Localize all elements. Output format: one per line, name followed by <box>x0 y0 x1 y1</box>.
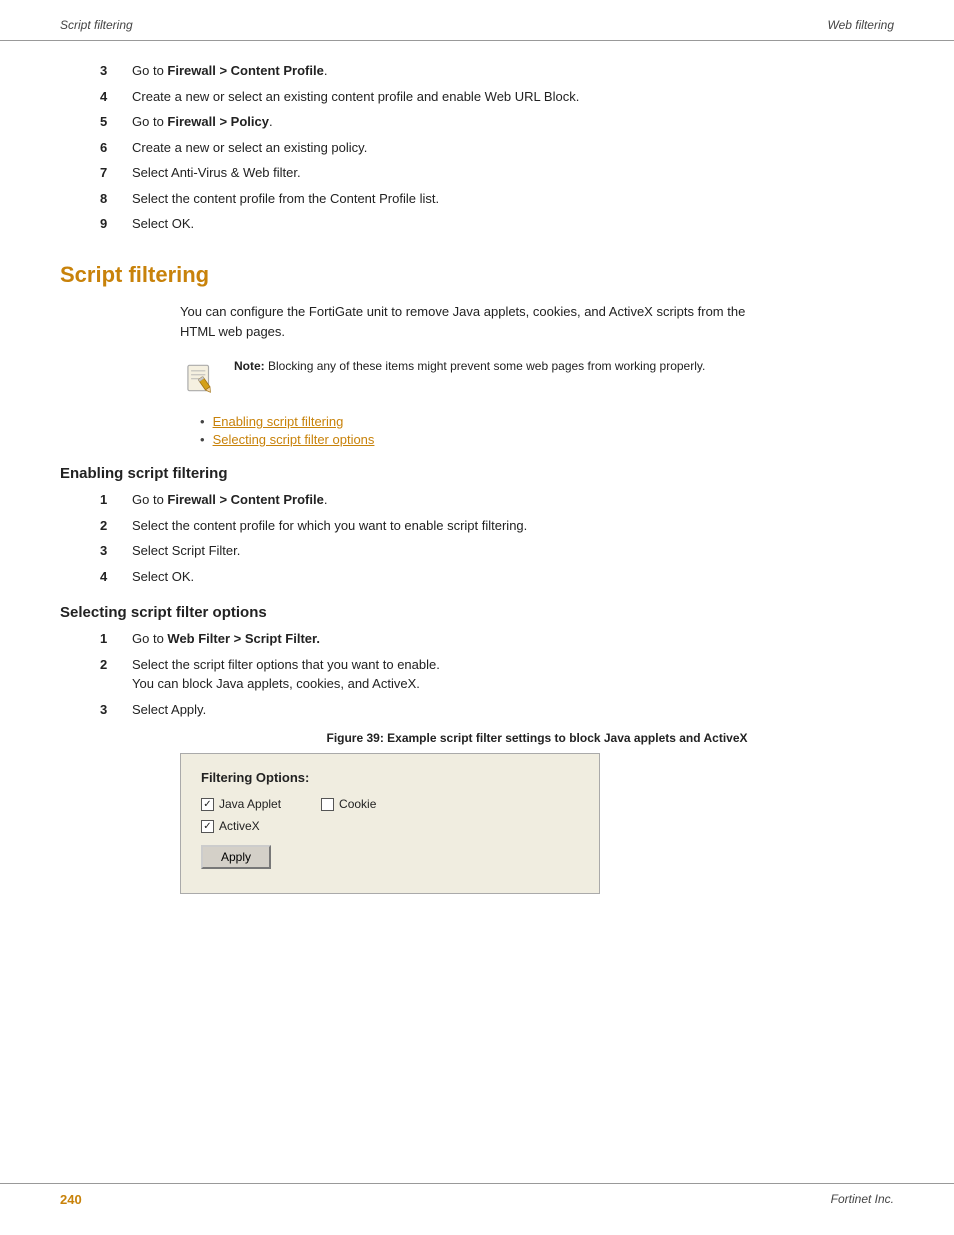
step-number: 7 <box>100 163 132 183</box>
step-text: Go to Firewall > Policy. <box>132 112 894 132</box>
step-text: Go to Firewall > Content Profile. <box>132 490 894 510</box>
step-number: 5 <box>100 112 132 132</box>
bullet-links: • Enabling script filtering • Selecting scr… <box>200 414 894 447</box>
step-number: 4 <box>100 567 132 587</box>
note-text: Note: Blocking any of these items might … <box>234 357 705 375</box>
step-text: Create a new or select an existing conte… <box>132 87 894 107</box>
java-applet-checkbox[interactable]: ✓ <box>201 798 214 811</box>
intro-step: 3Go to Firewall > Content Profile. <box>100 61 894 81</box>
bullet-dot: • <box>200 414 205 429</box>
step-text: Select the content profile from the Cont… <box>132 189 894 209</box>
step-text: Create a new or select an existing polic… <box>132 138 894 158</box>
java-applet-label: Java Applet <box>219 797 281 811</box>
step-number: 9 <box>100 214 132 234</box>
activex-checkbox[interactable]: ✓ <box>201 820 214 833</box>
intro-step: 4Create a new or select an existing cont… <box>100 87 894 107</box>
enabling-step: 3Select Script Filter. <box>100 541 894 561</box>
activex-label: ActiveX <box>219 819 260 833</box>
intro-step: 7Select Anti-Virus & Web filter. <box>100 163 894 183</box>
note-content: Blocking any of these items might preven… <box>268 359 705 373</box>
step-text: Select Anti-Virus & Web filter. <box>132 163 894 183</box>
cookie-label: Cookie <box>339 797 376 811</box>
note-svg-icon <box>180 359 218 397</box>
bullet-link-item: • Selecting script filter options <box>200 432 894 447</box>
header-right: Web filtering <box>828 18 894 32</box>
enabling-steps: 1Go to Firewall > Content Profile.2Selec… <box>100 490 894 586</box>
step-number: 3 <box>100 61 132 81</box>
cookie-checkbox[interactable] <box>321 798 334 811</box>
java-applet-checkbox-item: ✓ Java Applet <box>201 797 281 811</box>
step-text: Select the content profile for which you… <box>132 516 894 536</box>
apply-button[interactable]: Apply <box>201 845 271 869</box>
intro-step: 8Select the content profile from the Con… <box>100 189 894 209</box>
note-label: Note: <box>234 359 265 373</box>
intro-step: 9Select OK. <box>100 214 894 234</box>
step-number: 2 <box>100 516 132 536</box>
enabling-step: 4Select OK. <box>100 567 894 587</box>
figure-apply-row: Apply <box>201 841 579 869</box>
step-number: 3 <box>100 541 132 561</box>
selecting-title: Selecting script filter options <box>60 604 894 621</box>
step-number: 8 <box>100 189 132 209</box>
figure-title: Filtering Options: <box>201 770 579 785</box>
page-number: 240 <box>60 1192 82 1207</box>
header-left: Script filtering <box>60 18 133 32</box>
page-header: Script filtering Web filtering <box>0 0 954 41</box>
footer-company: Fortinet Inc. <box>831 1192 894 1207</box>
step-number: 3 <box>100 700 132 720</box>
cookie-checkbox-item: Cookie <box>321 797 376 811</box>
section-title: Script filtering <box>60 262 894 288</box>
nav-link[interactable]: Selecting script filter options <box>213 432 375 447</box>
enabling-section: Enabling script filtering 1Go to Firewal… <box>60 465 894 586</box>
step-number: 1 <box>100 629 132 649</box>
step-number: 4 <box>100 87 132 107</box>
section-description: You can configure the FortiGate unit to … <box>180 302 760 344</box>
bullet-link-item: • Enabling script filtering <box>200 414 894 429</box>
selecting-step: 2Select the script filter options that y… <box>100 655 894 694</box>
step-text: Go to Firewall > Content Profile. <box>132 61 894 81</box>
activex-checkbox-item: ✓ ActiveX <box>201 819 260 833</box>
note-box: Note: Blocking any of these items might … <box>180 357 760 400</box>
step-text: Select OK. <box>132 567 894 587</box>
enabling-step: 1Go to Firewall > Content Profile. <box>100 490 894 510</box>
selecting-section: Selecting script filter options 1Go to W… <box>60 604 894 894</box>
step-text: Select the script filter options that yo… <box>132 655 894 694</box>
page-footer: 240 Fortinet Inc. <box>0 1183 954 1215</box>
step-text: Select Apply. <box>132 700 894 720</box>
note-icon <box>180 359 224 400</box>
figure-caption: Figure 39: Example script filter setting… <box>180 731 894 745</box>
intro-step: 6Create a new or select an existing poli… <box>100 138 894 158</box>
intro-steps: 3Go to Firewall > Content Profile.4Creat… <box>100 61 894 234</box>
selecting-step: 1Go to Web Filter > Script Filter. <box>100 629 894 649</box>
script-filtering-section: Script filtering You can configure the F… <box>60 262 894 895</box>
figure-row-2: ✓ ActiveX <box>201 819 579 833</box>
figure-box: Filtering Options: ✓ Java Applet Cookie <box>180 753 600 894</box>
step-text: Go to Web Filter > Script Filter. <box>132 629 894 649</box>
step-number: 2 <box>100 655 132 694</box>
step-number: 6 <box>100 138 132 158</box>
enabling-title: Enabling script filtering <box>60 465 894 482</box>
page-content: 3Go to Firewall > Content Profile.4Creat… <box>0 41 954 974</box>
intro-step: 5Go to Firewall > Policy. <box>100 112 894 132</box>
step-text: Select Script Filter. <box>132 541 894 561</box>
step-text: Select OK. <box>132 214 894 234</box>
nav-link[interactable]: Enabling script filtering <box>213 414 344 429</box>
step-number: 1 <box>100 490 132 510</box>
figure-row-1: ✓ Java Applet Cookie <box>201 797 579 811</box>
selecting-step: 3Select Apply. <box>100 700 894 720</box>
bullet-dot: • <box>200 432 205 447</box>
selecting-steps: 1Go to Web Filter > Script Filter.2Selec… <box>100 629 894 719</box>
enabling-step: 2Select the content profile for which yo… <box>100 516 894 536</box>
